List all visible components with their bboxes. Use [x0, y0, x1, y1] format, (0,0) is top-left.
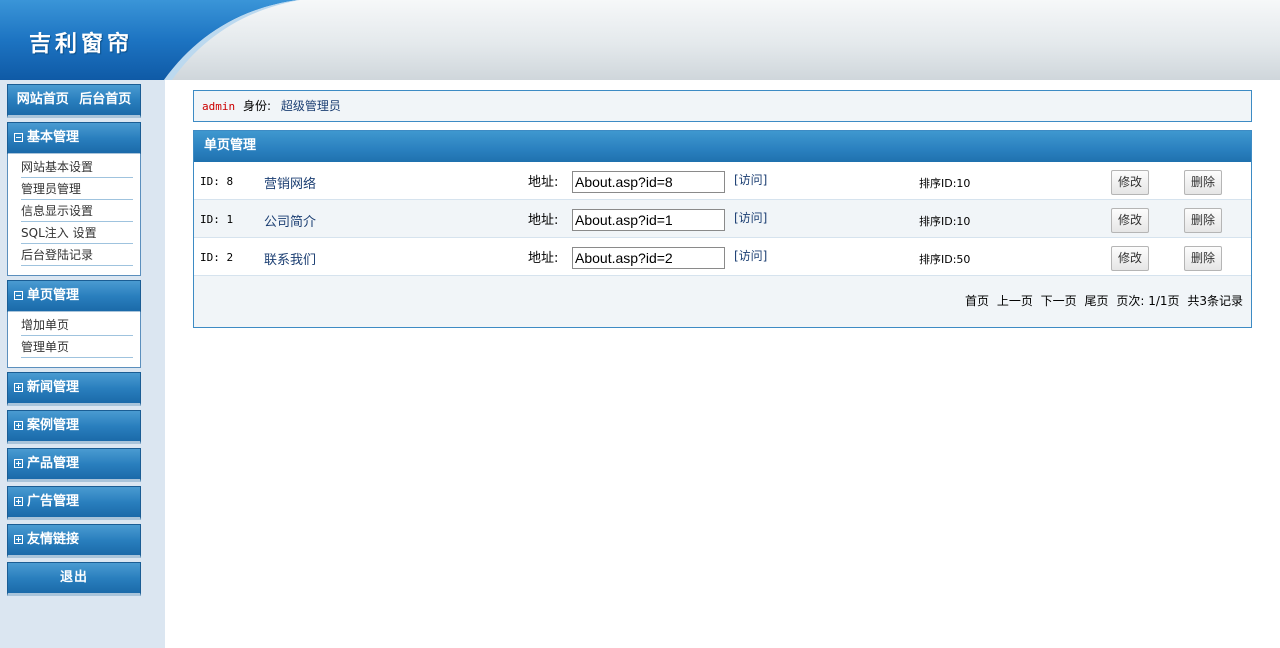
address-label: 地址:: [528, 175, 559, 190]
expand-icon: [14, 459, 23, 468]
address-field[interactable]: [572, 209, 725, 231]
sidebar-item-site-settings[interactable]: 网站基本设置: [21, 156, 133, 178]
collapse-icon: [14, 291, 23, 300]
sort-id: 排序ID:10: [919, 215, 971, 228]
sidebar-home-links: 网站首页 后台首页: [7, 84, 141, 118]
delete-button[interactable]: 删除: [1184, 170, 1222, 195]
sidebar-group-title: 产品管理: [27, 456, 80, 471]
sidebar-group-title: 广告管理: [27, 494, 80, 509]
header: 吉利窗帘: [0, 0, 1280, 80]
delete-button[interactable]: 删除: [1184, 208, 1222, 233]
edit-button[interactable]: 修改: [1111, 170, 1149, 195]
logout-button[interactable]: 退出: [7, 562, 141, 596]
table-row: ID: 8 营销网络 地址: [访问] 排序ID:10 修改 删除: [194, 162, 1251, 200]
expand-icon: [14, 421, 23, 430]
username: admin: [202, 100, 236, 113]
sidebar-item-login-log[interactable]: 后台登陆记录: [21, 244, 133, 266]
pagination: 首页 上一页 下一页 尾页 页次: 1/1页 共3条记录: [194, 276, 1251, 327]
edit-button[interactable]: 修改: [1111, 246, 1149, 271]
expand-icon: [14, 383, 23, 392]
visit-link[interactable]: [访问]: [734, 247, 767, 264]
site-home-link[interactable]: 网站首页: [17, 92, 69, 107]
next-page-link[interactable]: 下一页: [1041, 294, 1077, 308]
row-title[interactable]: 联系我们: [264, 249, 316, 268]
total-records: 共3条记录: [1187, 294, 1243, 308]
sidebar-group-title: 单页管理: [27, 288, 80, 303]
visit-link[interactable]: [访问]: [734, 171, 767, 188]
sidebar-panel-single-page: 增加单页 管理单页: [7, 312, 141, 368]
admin-home-link[interactable]: 后台首页: [79, 92, 131, 107]
sort-id: 排序ID:50: [919, 253, 971, 266]
single-page-panel: 单页管理 ID: 8 营销网络 地址: [访问] 排序ID:10 修改 删除 I…: [193, 130, 1252, 328]
sidebar-group-title: 案例管理: [27, 418, 80, 433]
sidebar: 网站首页 后台首页 基本管理 网站基本设置 管理员管理 信息显示设置 SQL注入…: [0, 80, 165, 648]
sidebar-item-sql-settings[interactable]: SQL注入 设置: [21, 222, 133, 244]
sidebar-item-display-settings[interactable]: 信息显示设置: [21, 200, 133, 222]
page-info: 页次: 1/1页: [1116, 294, 1180, 308]
collapse-icon: [14, 133, 23, 142]
sidebar-group-products[interactable]: 产品管理: [7, 448, 141, 482]
sidebar-group-title: 基本管理: [27, 130, 80, 145]
table-row: ID: 1 公司简介 地址: [访问] 排序ID:10 修改 删除: [194, 200, 1251, 238]
expand-icon: [14, 497, 23, 506]
address-label: 地址:: [528, 251, 559, 266]
sort-id: 排序ID:10: [919, 177, 971, 190]
row-title[interactable]: 营销网络: [264, 173, 316, 192]
sidebar-group-news[interactable]: 新闻管理: [7, 372, 141, 406]
sidebar-item-admin-manage[interactable]: 管理员管理: [21, 178, 133, 200]
row-id: ID: 2: [200, 251, 234, 264]
table-row: ID: 2 联系我们 地址: [访问] 排序ID:50 修改 删除: [194, 238, 1251, 276]
sidebar-group-title: 新闻管理: [27, 380, 80, 395]
last-page-link[interactable]: 尾页: [1085, 294, 1109, 308]
delete-button[interactable]: 删除: [1184, 246, 1222, 271]
row-id: ID: 1: [200, 213, 234, 226]
row-id: ID: 8: [200, 175, 234, 188]
address-label: 地址:: [528, 213, 559, 228]
sidebar-group-basic[interactable]: 基本管理: [7, 122, 141, 156]
edit-button[interactable]: 修改: [1111, 208, 1149, 233]
address-field[interactable]: [572, 171, 725, 193]
address-field[interactable]: [572, 247, 725, 269]
role-label: 身份:: [242, 99, 271, 113]
sidebar-item-manage-pages[interactable]: 管理单页: [21, 336, 133, 358]
user-role: 超级管理员: [280, 99, 341, 113]
sidebar-group-links[interactable]: 友情链接: [7, 524, 141, 558]
sidebar-group-cases[interactable]: 案例管理: [7, 410, 141, 444]
sidebar-group-ads[interactable]: 广告管理: [7, 486, 141, 520]
first-page-link[interactable]: 首页: [965, 294, 989, 308]
prev-page-link[interactable]: 上一页: [997, 294, 1033, 308]
logo-area: 吉利窗帘: [0, 0, 300, 80]
panel-title: 单页管理: [194, 131, 1251, 162]
sidebar-item-add-page[interactable]: 增加单页: [21, 314, 133, 336]
row-title[interactable]: 公司简介: [264, 211, 316, 230]
user-info-bar: admin 身份: 超级管理员: [193, 90, 1252, 122]
sidebar-group-title: 友情链接: [27, 532, 80, 547]
visit-link[interactable]: [访问]: [734, 209, 767, 226]
site-title: 吉利窗帘: [29, 32, 134, 57]
expand-icon: [14, 535, 23, 544]
sidebar-panel-basic: 网站基本设置 管理员管理 信息显示设置 SQL注入 设置 后台登陆记录: [7, 154, 141, 276]
sidebar-group-single-page[interactable]: 单页管理: [7, 280, 141, 314]
